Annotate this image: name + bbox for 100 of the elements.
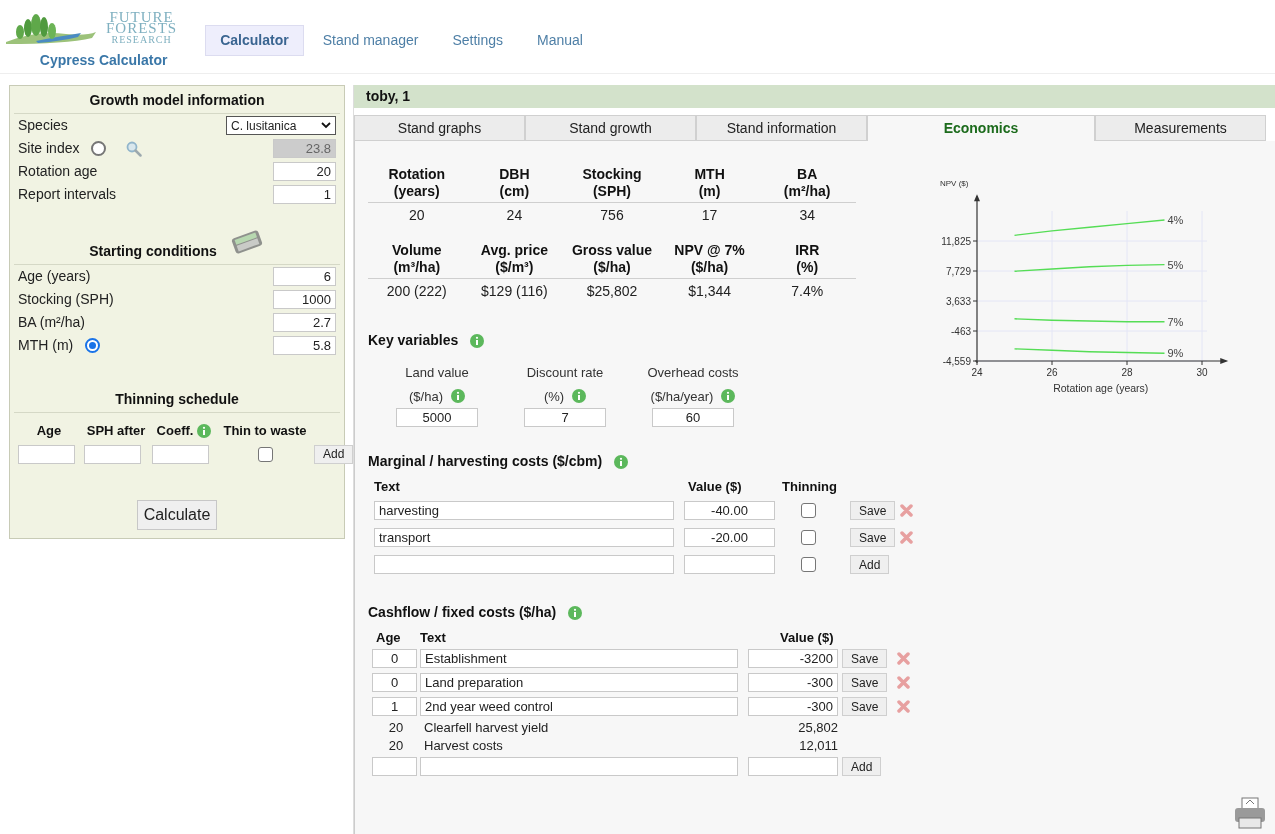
radio-button[interactable] [91,141,107,156]
input-field[interactable]: Land preparation [420,673,738,692]
summary-heading: Volume [392,242,442,259]
input-field[interactable] [374,555,674,574]
nav-tab[interactable]: Stand manager [307,25,434,56]
input-field[interactable]: 0 [372,673,417,692]
input-field[interactable] [152,444,209,464]
input-field[interactable]: harvesting [374,501,674,520]
input-field[interactable]: 2nd year weed control [420,697,738,716]
delete-icon[interactable] [899,504,913,517]
checkbox[interactable] [800,530,816,545]
input-field[interactable]: 7 [524,408,606,427]
tick-label: -4,559 [942,355,971,367]
save-button[interactable]: Save [850,528,896,547]
input-field[interactable] [84,444,141,464]
summary-value: 24 [505,206,524,225]
summary-value: $25,802 [585,282,639,301]
input-field[interactable]: 60 [652,408,734,427]
input-field[interactable]: 5.8 [273,336,336,355]
summary-heading: ($/ha) [593,259,631,276]
nav-tab[interactable]: Settings [437,25,518,56]
input-field[interactable]: -40.00 [684,501,775,520]
tick-label: 11,825 [941,235,971,247]
calculate-button[interactable]: Calculate [136,499,218,530]
logo-text: FUTURE [109,11,174,23]
delete-icon[interactable] [897,652,910,665]
tick-label: 7,729 [945,265,971,277]
input-field[interactable]: 1 [372,697,417,716]
input-field[interactable] [684,555,775,574]
save-button[interactable]: Save [850,501,896,520]
input-field[interactable]: -3200 [748,649,838,668]
printer-icon[interactable] [1233,796,1267,830]
input-field[interactable]: Establishment [420,649,738,668]
nav-tab[interactable]: Calculator [205,25,304,56]
summary-value: 34 [798,206,816,225]
input-field[interactable]: -300 [748,697,838,716]
field-label: MTH (m) [18,336,74,355]
save-button[interactable]: Save [842,697,888,716]
summary-heading: MTH [694,166,725,183]
input-field[interactable] [18,444,75,464]
input-field[interactable]: 1000 [273,290,336,309]
input-field[interactable]: 2.7 [273,313,336,332]
section-title: Key variables [368,331,459,350]
section-title: Starting conditions [89,242,217,261]
checkbox[interactable] [800,503,816,518]
summary-value: $129 (116) [480,282,549,301]
input-field[interactable] [420,757,738,776]
summary-heading: (m³/ha) [393,259,441,276]
summary-value: 756 [599,206,625,225]
nav-tab[interactable]: Manual [522,25,598,56]
input-field[interactable] [372,757,417,776]
input-field[interactable]: -300 [748,673,838,692]
tab[interactable]: Stand growth [525,115,696,141]
info-icon[interactable] [197,423,212,438]
series-label: 9% [1167,347,1184,360]
tab[interactable]: Economics [867,115,1095,141]
add-button[interactable]: Add [842,757,882,776]
info-icon[interactable] [568,605,583,620]
tab[interactable]: Stand information [696,115,867,141]
tab[interactable]: Stand graphs [354,115,525,141]
info-icon[interactable] [451,389,465,404]
info-icon[interactable] [470,333,485,348]
search-icon[interactable] [126,140,143,157]
delete-icon[interactable] [899,531,913,544]
app-title: Cypress Calculator [39,51,168,70]
tab[interactable]: Measurements [1095,115,1266,141]
summary-heading: Stocking [582,166,642,183]
save-button[interactable]: Save [842,673,888,692]
add-button[interactable]: Add [314,444,354,464]
radio-button[interactable] [85,338,101,353]
input-field[interactable]: 1 [273,185,336,204]
summary-heading: Rotation [388,166,446,183]
input-field[interactable]: 6 [273,267,336,286]
info-icon[interactable] [614,454,629,469]
section-title: Thinning schedule [115,390,239,409]
summary-heading: (m²/ha) [783,183,831,200]
input-field[interactable]: 5000 [396,408,478,427]
field-label: Rotation age [18,162,98,181]
field-label: (%) [543,387,565,406]
summary-value: 7.4% [790,282,825,301]
save-button[interactable]: Save [842,649,888,668]
delete-icon[interactable] [897,700,910,713]
species-select[interactable]: C. lusitanica [226,116,336,135]
info-icon[interactable] [572,389,587,404]
info-icon[interactable] [721,389,736,404]
input-field[interactable] [748,757,838,776]
add-button[interactable]: Add [850,555,890,574]
input-field[interactable]: 23.8 [273,139,336,158]
input-field[interactable]: 0 [372,649,417,668]
checkbox[interactable] [800,557,816,572]
checkbox[interactable] [257,446,273,462]
input-field[interactable]: transport [374,528,674,547]
delete-icon[interactable] [897,676,910,689]
input-field[interactable]: -20.00 [684,528,775,547]
summary-heading: NPV @ 7% [674,242,745,259]
field-label: Report intervals [18,185,117,204]
tick-label: 24 [971,367,983,378]
input-field[interactable]: 20 [273,162,336,181]
column-header: Age [36,422,62,440]
tick-label: 30 [1196,367,1208,378]
